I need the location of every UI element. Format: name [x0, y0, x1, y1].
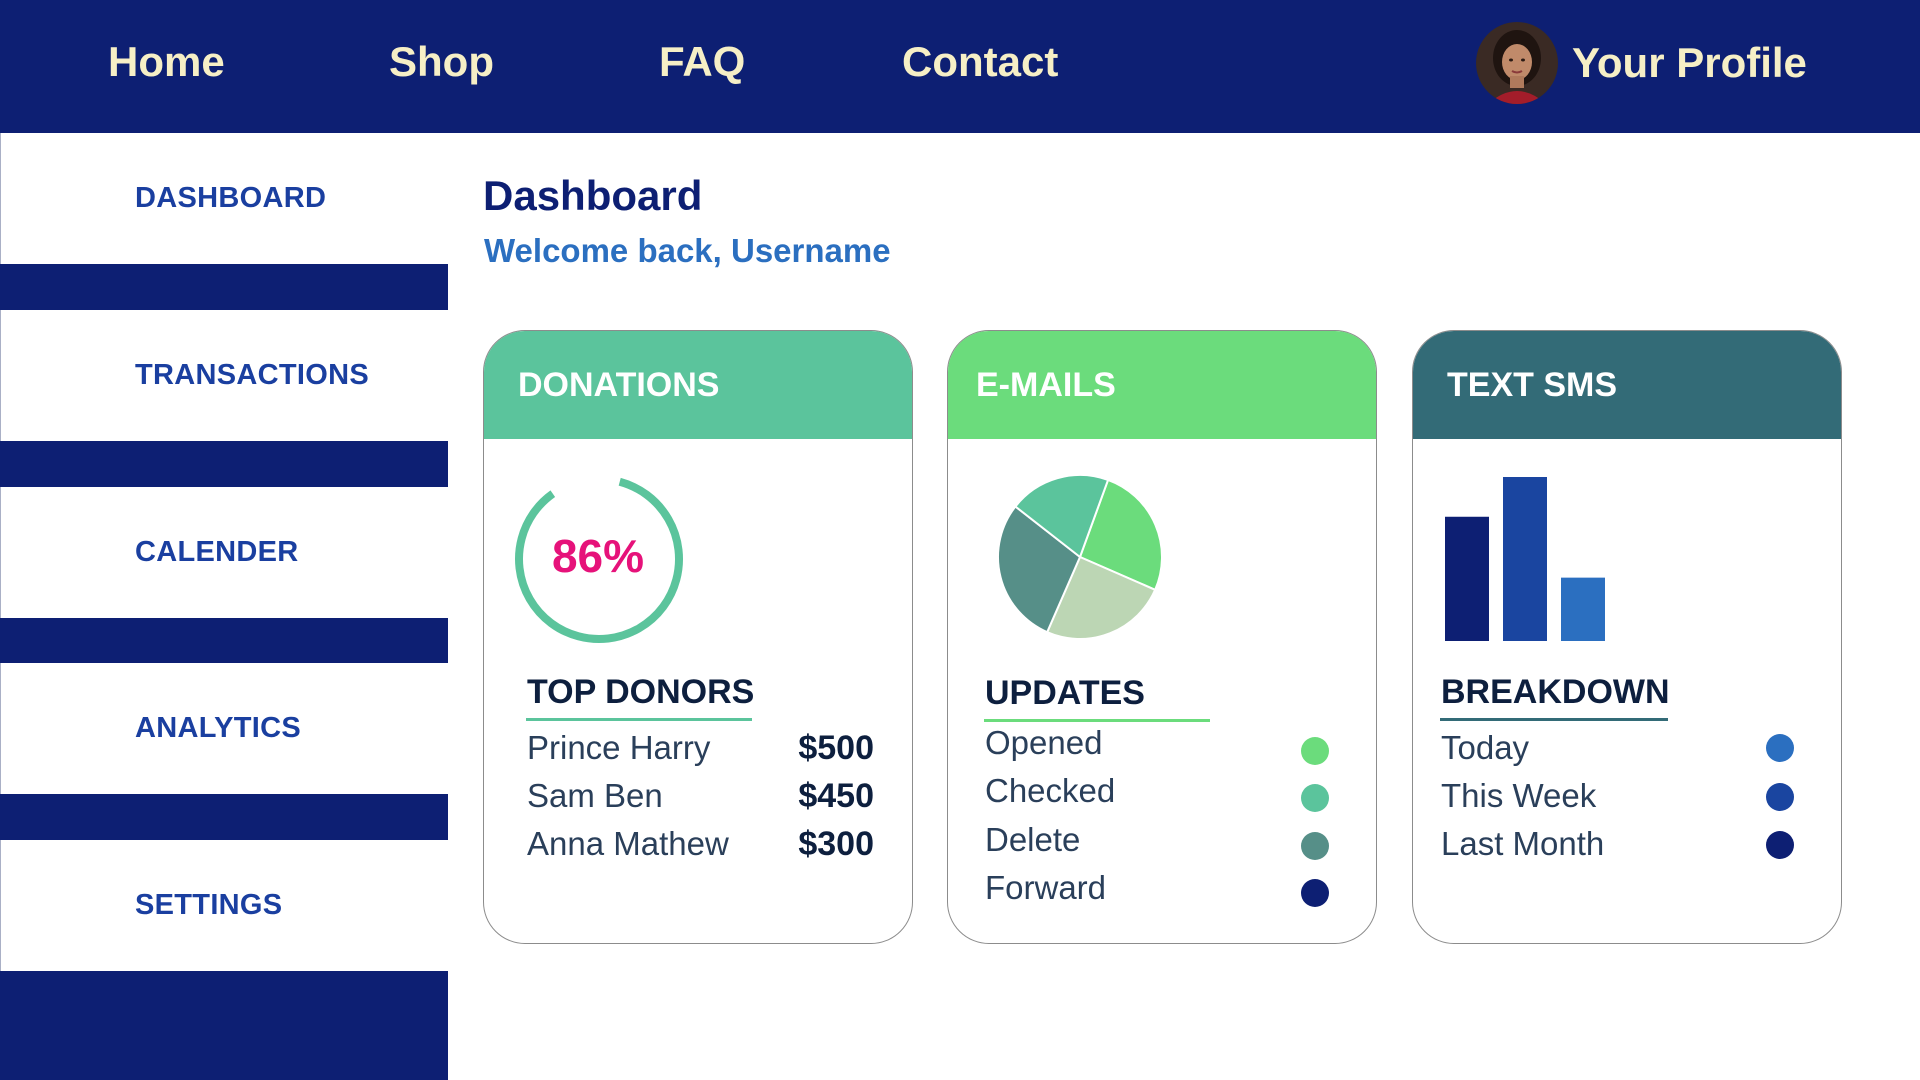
- status-dot: [1766, 734, 1794, 762]
- top-donors-title: TOP DONORS: [527, 673, 755, 711]
- profile-link[interactable]: Your Profile: [1476, 22, 1807, 104]
- donor-name: Sam Ben: [527, 777, 663, 814]
- updates-underline: [984, 719, 1210, 722]
- progress-percent: 86%: [552, 530, 644, 582]
- donor-amount: $500: [798, 729, 874, 767]
- emails-card: E-MAILS UPDATES Opened Checked Delete Fo…: [947, 330, 1377, 944]
- update-label-forward: Forward: [985, 869, 1107, 906]
- breakdown-label-this-week: This Week: [1441, 777, 1597, 814]
- donation-progress-ring: 86%: [515, 475, 683, 643]
- status-dot: [1301, 879, 1329, 907]
- sms-card-header: TEXT SMS: [1413, 331, 1841, 439]
- status-dot: [1301, 737, 1329, 765]
- sidebar: DASHBOARD TRANSACTIONS CALENDER ANALYTIC…: [0, 133, 448, 1080]
- sidebar-item-label: TRANSACTIONS: [135, 359, 369, 391]
- sidebar-item-label: DASHBOARD: [135, 182, 327, 214]
- status-dot: [1766, 831, 1794, 859]
- page-title: Dashboard: [483, 172, 703, 219]
- sidebar-item-label: SETTINGS: [135, 889, 283, 921]
- donor-amount: $450: [798, 777, 874, 815]
- donations-card-header: DONATIONS: [484, 331, 912, 439]
- sidebar-item-label: ANALYTICS: [135, 712, 301, 744]
- donor-amount: $300: [798, 825, 874, 863]
- top-navbar: Home Shop FAQ Contact Your Profile: [0, 0, 1920, 133]
- nav-home-link[interactable]: Home: [108, 38, 225, 86]
- update-label-delete: Delete: [985, 821, 1081, 858]
- sms-card: TEXT SMS BREAKDOWN Today This Week Last …: [1412, 330, 1842, 944]
- sidebar-item-analytics[interactable]: ANALYTICS: [0, 663, 448, 794]
- breakdown-underline: [1440, 718, 1668, 721]
- nav-faq-link[interactable]: FAQ: [659, 38, 745, 86]
- welcome-message: Welcome back, Username: [484, 232, 891, 269]
- status-dot: [1301, 784, 1329, 812]
- donor-name: Anna Mathew: [527, 825, 729, 862]
- sidebar-item-dashboard[interactable]: DASHBOARD: [0, 133, 448, 264]
- avatar-portrait-icon: [1476, 22, 1558, 104]
- emails-pie-chart: [997, 474, 1163, 640]
- profile-label: Your Profile: [1572, 39, 1807, 86]
- emails-card-header: E-MAILS: [948, 331, 1376, 439]
- update-label-checked: Checked: [985, 772, 1116, 809]
- updates-title: UPDATES: [985, 674, 1145, 712]
- donations-card: DONATIONS 86% TOP DONORS Prince Harry $5…: [483, 330, 913, 944]
- sms-bar-chart: [1445, 477, 1605, 641]
- donor-name: Prince Harry: [527, 729, 711, 766]
- sidebar-item-settings[interactable]: SETTINGS: [0, 840, 448, 971]
- top-donors-underline: [526, 718, 752, 721]
- sidebar-item-calender[interactable]: CALENDER: [0, 487, 448, 618]
- status-dot: [1766, 783, 1794, 811]
- bar: [1445, 516, 1489, 641]
- sidebar-item-transactions[interactable]: TRANSACTIONS: [0, 310, 448, 441]
- update-label-opened: Opened: [985, 724, 1103, 761]
- bar: [1561, 577, 1605, 641]
- breakdown-label-last-month: Last Month: [1441, 825, 1605, 862]
- avatar[interactable]: [1476, 22, 1558, 104]
- nav-contact-link[interactable]: Contact: [902, 38, 1058, 86]
- sidebar-item-label: CALENDER: [135, 536, 299, 568]
- status-dot: [1301, 832, 1329, 860]
- bar: [1503, 477, 1547, 641]
- nav-shop-link[interactable]: Shop: [389, 38, 494, 86]
- breakdown-label-today: Today: [1441, 729, 1530, 766]
- breakdown-title: BREAKDOWN: [1441, 673, 1670, 711]
